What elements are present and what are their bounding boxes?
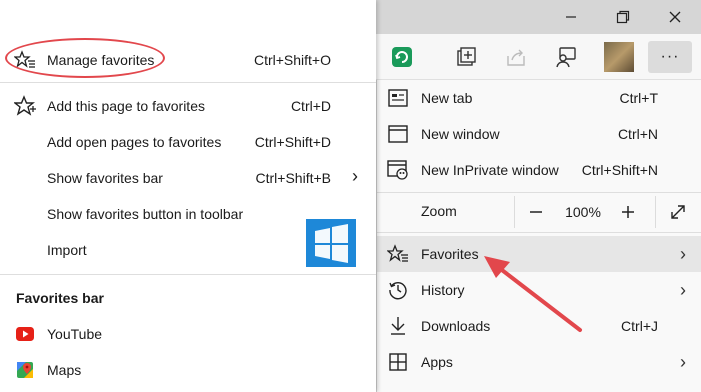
close-icon xyxy=(669,11,681,23)
favorites-item-label: Add open pages to favorites xyxy=(47,134,222,150)
youtube-icon xyxy=(14,323,36,345)
bookmark-label: Maps xyxy=(47,362,82,378)
fullscreen-icon xyxy=(671,205,685,219)
chevron-right-icon: › xyxy=(680,351,686,372)
menu-divider xyxy=(0,82,376,83)
zoom-label: Zoom xyxy=(421,203,457,219)
star-list-icon xyxy=(387,243,409,265)
favorites-item-label: Show favorites bar xyxy=(47,170,163,186)
zoom-divider xyxy=(514,196,515,228)
browser-titlebar xyxy=(376,0,701,34)
menu-item-label: New window xyxy=(421,126,500,142)
extension-button[interactable] xyxy=(386,41,418,73)
chevron-right-icon: › xyxy=(680,279,686,300)
fullscreen-button[interactable] xyxy=(665,194,691,230)
new-tab-icon xyxy=(387,87,409,109)
apps-icon xyxy=(387,351,409,373)
menu-item-label: New tab xyxy=(421,90,473,106)
profile-avatar[interactable] xyxy=(604,42,634,72)
menu-item-new-tab[interactable]: New tab Ctrl+T xyxy=(377,80,701,116)
settings-menu: New tab Ctrl+T New window Ctrl+N New InP… xyxy=(376,80,701,392)
history-icon xyxy=(387,279,409,301)
minimize-button[interactable] xyxy=(548,0,594,34)
favorites-item-label: Show favorites button in toolbar xyxy=(47,206,244,222)
plus-icon xyxy=(622,206,634,218)
extension-icon xyxy=(392,47,412,67)
zoom-row: Zoom 100% xyxy=(377,194,701,230)
favorites-item-shortcut: Ctrl+Shift+O xyxy=(253,52,331,68)
favorites-bar-heading: Favorites bar xyxy=(16,290,104,306)
menu-item-new-inprivate-window[interactable]: New InPrivate window Ctrl+Shift+N xyxy=(377,152,701,188)
menu-divider xyxy=(377,232,701,233)
bookmark-maps[interactable]: Maps xyxy=(0,352,376,388)
favorites-item-shortcut: Ctrl+Shift+D xyxy=(254,134,331,150)
chevron-right-icon: › xyxy=(680,243,686,264)
favorites-item-label: Import xyxy=(47,242,87,258)
favorites-submenu: Manage favorites Ctrl+Shift+O Add this p… xyxy=(0,0,376,392)
favorites-item-add-open-pages[interactable]: Add open pages to favorites Ctrl+Shift+D xyxy=(0,124,376,160)
zoom-out-button[interactable] xyxy=(523,194,549,230)
zoom-divider xyxy=(655,196,656,228)
new-window-icon xyxy=(387,123,409,145)
menu-item-shortcut: Ctrl+N xyxy=(617,126,658,142)
bookmark-youtube[interactable]: YouTube xyxy=(0,316,376,352)
feedback-button[interactable] xyxy=(550,41,582,73)
favorites-item-add-this-page[interactable]: Add this page to favorites Ctrl+D xyxy=(0,88,376,124)
menu-item-label: Apps xyxy=(421,354,453,370)
download-icon xyxy=(387,315,409,337)
share-button[interactable] xyxy=(500,41,532,73)
browser-toolbar: ··· xyxy=(376,34,701,80)
settings-and-more-button[interactable]: ··· xyxy=(648,41,692,73)
favorites-item-shortcut: Ctrl+D xyxy=(290,98,331,114)
more-icon: ··· xyxy=(660,48,680,65)
favorites-item-show-favorites-bar[interactable]: Show favorites bar Ctrl+Shift+B › xyxy=(0,160,376,196)
share-icon xyxy=(507,49,525,66)
menu-item-new-window[interactable]: New window Ctrl+N xyxy=(377,116,701,152)
zoom-in-button[interactable] xyxy=(615,194,641,230)
google-maps-icon xyxy=(14,359,36,381)
minimize-icon xyxy=(566,16,576,18)
menu-item-label: History xyxy=(421,282,465,298)
menu-item-shortcut: Ctrl+Shift+N xyxy=(581,162,658,178)
inprivate-icon xyxy=(387,159,409,181)
chevron-right-icon: › xyxy=(352,166,358,186)
star-outline-icon xyxy=(14,95,36,117)
minus-icon xyxy=(530,211,542,213)
menu-item-label: New InPrivate window xyxy=(421,162,559,178)
favorites-item-label: Add this page to favorites xyxy=(47,98,205,114)
close-button[interactable] xyxy=(652,0,698,34)
annotation-arrow xyxy=(484,256,582,332)
annotation-ellipse xyxy=(5,38,165,78)
feedback-icon xyxy=(556,47,576,68)
bookmark-label: YouTube xyxy=(47,326,103,342)
zoom-level: 100% xyxy=(565,204,601,220)
menu-divider xyxy=(377,192,701,193)
menu-divider xyxy=(0,274,376,275)
restore-icon xyxy=(616,10,630,24)
favorites-item-shortcut: Ctrl+Shift+B xyxy=(255,170,331,186)
menu-item-shortcut: Ctrl+T xyxy=(619,90,659,106)
menu-item-shortcut: Ctrl+J xyxy=(621,318,658,334)
menu-item-apps[interactable]: Apps › xyxy=(377,344,701,380)
add-collections-icon xyxy=(457,47,476,66)
collections-button[interactable] xyxy=(450,41,482,73)
windows-logo xyxy=(306,219,356,267)
restore-button[interactable] xyxy=(600,0,646,34)
